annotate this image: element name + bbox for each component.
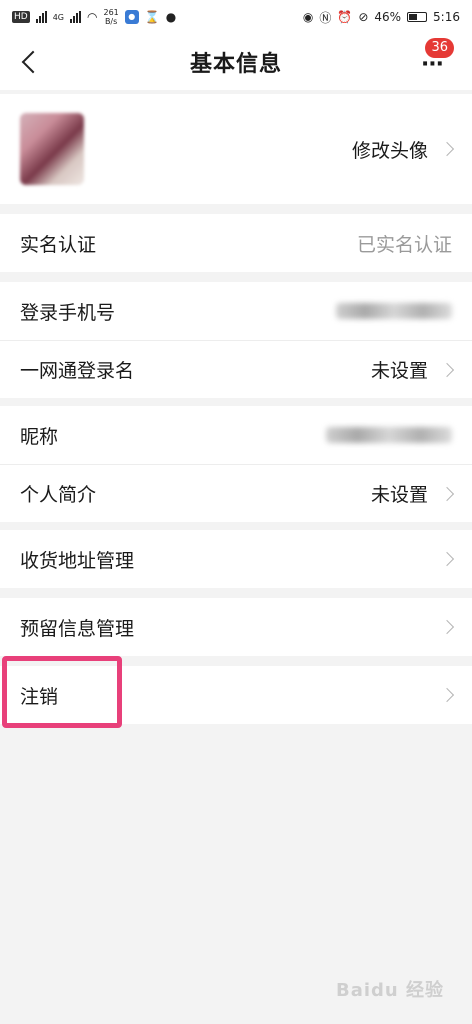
eye-icon: ◉ xyxy=(302,10,314,24)
hourglass-icon: ⌛ xyxy=(144,10,160,24)
bio-row[interactable]: 个人简介 未设置 xyxy=(0,464,472,522)
account-card: 登录手机号 一网通登录名 未设置 xyxy=(0,282,472,398)
battery-icon xyxy=(407,12,428,22)
battery-percent: 46% xyxy=(374,10,402,24)
login-name-label: 一网通登录名 xyxy=(20,360,135,382)
wechat-icon: ● xyxy=(165,10,177,24)
more-dots-icon: ⋯ xyxy=(421,52,445,77)
network-tag: 4G xyxy=(52,12,64,22)
chevron-right-icon xyxy=(439,141,455,157)
watermark: Baidu 经验 xyxy=(335,980,444,1001)
bio-label: 个人简介 xyxy=(20,484,97,506)
real-name-card: 实名认证 已实名认证 xyxy=(0,214,472,272)
net-speed-unit: B/s xyxy=(104,17,118,26)
alarm-icon: ⏰ xyxy=(337,10,353,24)
chevron-left-icon xyxy=(21,50,45,74)
login-name-row[interactable]: 一网通登录名 未设置 xyxy=(0,340,472,398)
chevron-right-icon xyxy=(439,619,455,635)
bio-status: 未设置 xyxy=(370,484,428,506)
chevron-right-icon xyxy=(439,551,455,567)
phone-value xyxy=(336,303,452,319)
profile-card: 昵称 个人简介 未设置 xyxy=(0,406,472,522)
avatar xyxy=(20,113,84,185)
nfc-icon: Ⓝ xyxy=(319,10,332,25)
logout-row[interactable]: 注销 xyxy=(0,666,472,724)
reserved-info-card: 预留信息管理 xyxy=(0,598,472,656)
change-avatar-label: 修改头像 xyxy=(351,139,428,162)
phone-label: 登录手机号 xyxy=(20,301,116,324)
logout-label: 注销 xyxy=(20,685,59,708)
login-name-value: 未设置 xyxy=(370,356,455,383)
address-label: 收货地址管理 xyxy=(20,549,135,572)
chevron-right-icon xyxy=(439,687,455,703)
avatar-card: 修改头像 xyxy=(0,94,472,204)
nickname-value xyxy=(326,427,452,443)
avatar-row[interactable]: 修改头像 xyxy=(0,94,472,204)
login-name-status: 未设置 xyxy=(370,360,428,382)
app-notification-icon: ● xyxy=(124,10,139,24)
page-title: 基本信息 xyxy=(189,52,282,77)
phone-blurred xyxy=(336,303,452,319)
status-bar: HD 4G ◠ 261 B/s ● ⌛ ● ◉ Ⓝ ⏰ ⊘ 46% 5:16 xyxy=(0,0,472,34)
status-left: HD 4G ◠ 261 B/s ● ⌛ ● xyxy=(12,8,176,26)
chevron-right-icon xyxy=(439,486,455,501)
back-button[interactable] xyxy=(14,46,46,78)
net-speed-value: 261 xyxy=(103,8,119,17)
hd-tag: HD xyxy=(12,11,30,23)
real-name-value: 已实名认证 xyxy=(356,233,452,256)
real-name-label: 实名认证 xyxy=(20,233,97,256)
reserved-info-row[interactable]: 预留信息管理 xyxy=(0,598,472,656)
wifi-icon: ◠ xyxy=(87,10,98,24)
app-header: 基本信息 ⋯ 36 xyxy=(0,34,472,90)
clock: 5:16 xyxy=(433,10,460,24)
signal-icon-2 xyxy=(70,11,81,23)
notification-badge: 36 xyxy=(425,38,454,58)
chevron-right-icon xyxy=(439,362,455,377)
phone-row[interactable]: 登录手机号 xyxy=(0,282,472,340)
reserved-info-label: 预留信息管理 xyxy=(20,617,135,640)
mute-icon: ⊘ xyxy=(358,10,369,24)
nickname-blurred xyxy=(326,427,452,443)
nickname-row[interactable]: 昵称 xyxy=(0,406,472,464)
real-name-row[interactable]: 实名认证 已实名认证 xyxy=(0,214,472,272)
address-row[interactable]: 收货地址管理 xyxy=(0,530,472,588)
logout-card: 注销 xyxy=(0,666,472,724)
net-speed: 261 B/s xyxy=(103,8,118,26)
status-right: ◉ Ⓝ ⏰ ⊘ 46% 5:16 xyxy=(303,9,460,26)
nickname-label: 昵称 xyxy=(20,425,59,448)
avatar-action: 修改头像 xyxy=(351,136,455,163)
signal-icon xyxy=(35,11,47,23)
bio-value: 未设置 xyxy=(370,480,455,507)
address-card: 收货地址管理 xyxy=(0,530,472,588)
